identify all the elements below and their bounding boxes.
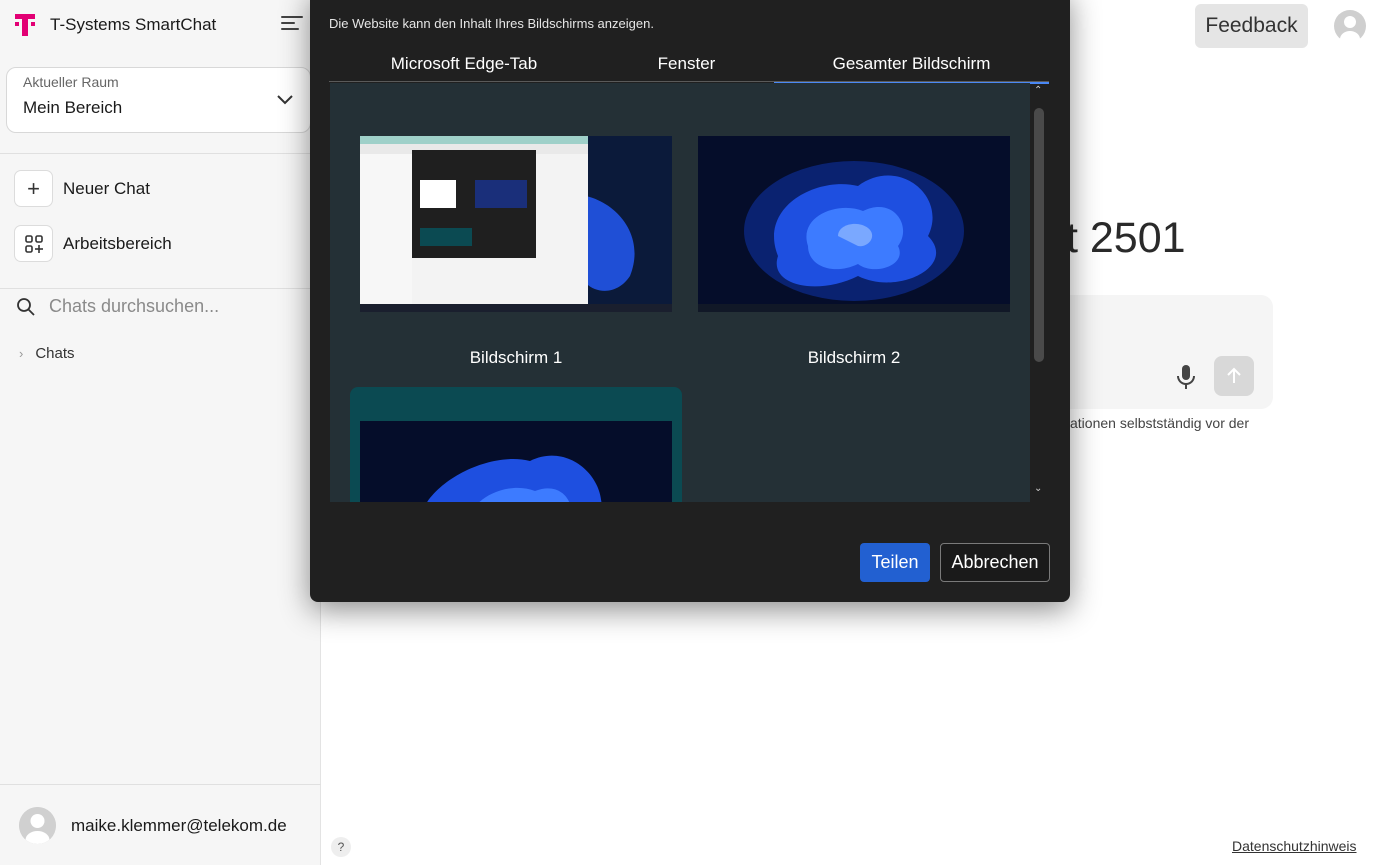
screen-3-thumbnail (360, 421, 672, 502)
tab-window[interactable]: Fenster (599, 46, 774, 82)
avatar (19, 807, 56, 844)
menu-icon[interactable] (281, 16, 303, 34)
brand: T-Systems SmartChat (12, 12, 216, 38)
scroll-down-icon[interactable]: ⌄ (1034, 483, 1042, 494)
chevron-right-icon: › (19, 346, 24, 361)
screen-list: Bildschirm 1 Bildschirm 2 (330, 83, 1030, 502)
new-chat-label: Neuer Chat (63, 178, 150, 198)
divider (0, 784, 321, 785)
user-email: maike.klemmer@telekom.de (71, 815, 287, 835)
room-value: Mein Bereich (23, 98, 123, 117)
telekom-logo-icon (15, 14, 35, 36)
microphone-icon[interactable] (1175, 363, 1197, 391)
scrollbar[interactable] (1034, 108, 1044, 362)
screen-share-dialog: Die Website kann den Inhalt Ihres Bildsc… (310, 0, 1070, 602)
sidebar: T-Systems SmartChat Aktueller Raum Mein … (0, 0, 321, 865)
search-placeholder: Chats durchsuchen... (49, 296, 220, 316)
divider (0, 288, 321, 289)
feedback-button[interactable]: Feedback (1195, 4, 1308, 48)
divider (0, 153, 321, 154)
user-profile[interactable]: maike.klemmer@telekom.de (19, 807, 287, 844)
disclaimer-text: ationen selbstständig vor der (1070, 415, 1249, 431)
plus-icon: + (14, 170, 53, 207)
new-chat-button[interactable]: + Neuer Chat (14, 170, 150, 207)
share-button[interactable]: Teilen (860, 543, 930, 582)
screen-1-thumbnail[interactable] (360, 136, 672, 312)
room-selector[interactable]: Aktueller Raum Mein Bereich (6, 67, 311, 133)
selected-screen-tile[interactable] (350, 387, 682, 502)
grid-add-icon (14, 225, 53, 262)
help-button[interactable]: ? (331, 837, 351, 857)
tab-edge-tab[interactable]: Microsoft Edge-Tab (329, 46, 599, 82)
workspace-button[interactable]: Arbeitsbereich (14, 225, 172, 262)
dialog-message: Die Website kann den Inhalt Ihres Bildsc… (329, 16, 654, 31)
tab-entire-screen[interactable]: Gesamter Bildschirm (774, 46, 1049, 84)
chats-group[interactable]: › Chats (19, 345, 75, 362)
user-avatar-icon[interactable] (1334, 10, 1366, 42)
chevron-down-icon (277, 95, 293, 105)
cancel-button[interactable]: Abbrechen (940, 543, 1050, 582)
chats-label: Chats (35, 345, 75, 362)
search-input[interactable]: Chats durchsuchen... (16, 296, 219, 317)
screen-1-label: Bildschirm 1 (469, 348, 563, 367)
privacy-link[interactable]: Datenschutzhinweis (1232, 838, 1357, 854)
scroll-up-icon[interactable]: ⌃ (1034, 85, 1042, 96)
page-title: t 2501 (1066, 214, 1186, 262)
workspace-label: Arbeitsbereich (63, 233, 172, 253)
arrow-up-icon (1227, 367, 1241, 383)
dialog-tabs: Microsoft Edge-Tab Fenster Gesamter Bild… (329, 46, 1049, 84)
app-title: T-Systems SmartChat (50, 15, 217, 34)
room-label: Aktueller Raum (23, 74, 119, 90)
screen-2-label: Bildschirm 2 (807, 348, 901, 367)
screen-2-thumbnail[interactable] (698, 136, 1010, 312)
send-button[interactable] (1214, 356, 1254, 396)
search-icon (17, 297, 35, 316)
